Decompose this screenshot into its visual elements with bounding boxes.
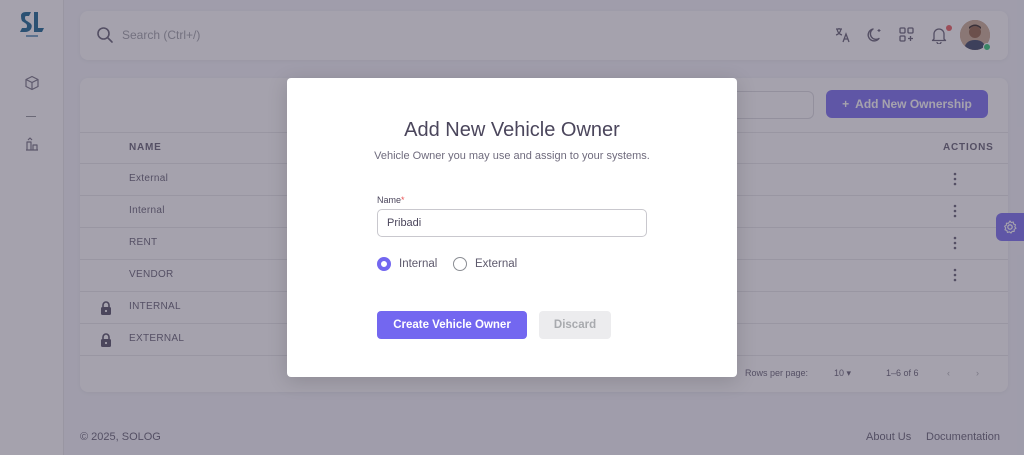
required-mark: * [401, 195, 405, 205]
radio-external-label: External [475, 258, 518, 270]
radio-internal[interactable]: Internal [377, 257, 437, 271]
radio-unchecked-icon [453, 257, 467, 271]
radio-external[interactable]: External [453, 257, 517, 271]
create-vehicle-owner-button[interactable]: Create Vehicle Owner [377, 311, 527, 339]
radio-checked-icon [377, 257, 391, 271]
name-label-text: Name [377, 195, 402, 205]
name-field-label: Name* [377, 195, 405, 205]
radio-internal-label: Internal [399, 258, 438, 270]
name-input[interactable] [377, 209, 647, 237]
dialog-subtitle: Vehicle Owner you may use and assign to … [374, 150, 650, 162]
discard-button[interactable]: Discard [539, 311, 611, 339]
dialog-title: Add New Vehicle Owner [404, 119, 620, 141]
add-vehicle-owner-dialog: Add New Vehicle Owner Vehicle Owner you … [287, 78, 737, 377]
